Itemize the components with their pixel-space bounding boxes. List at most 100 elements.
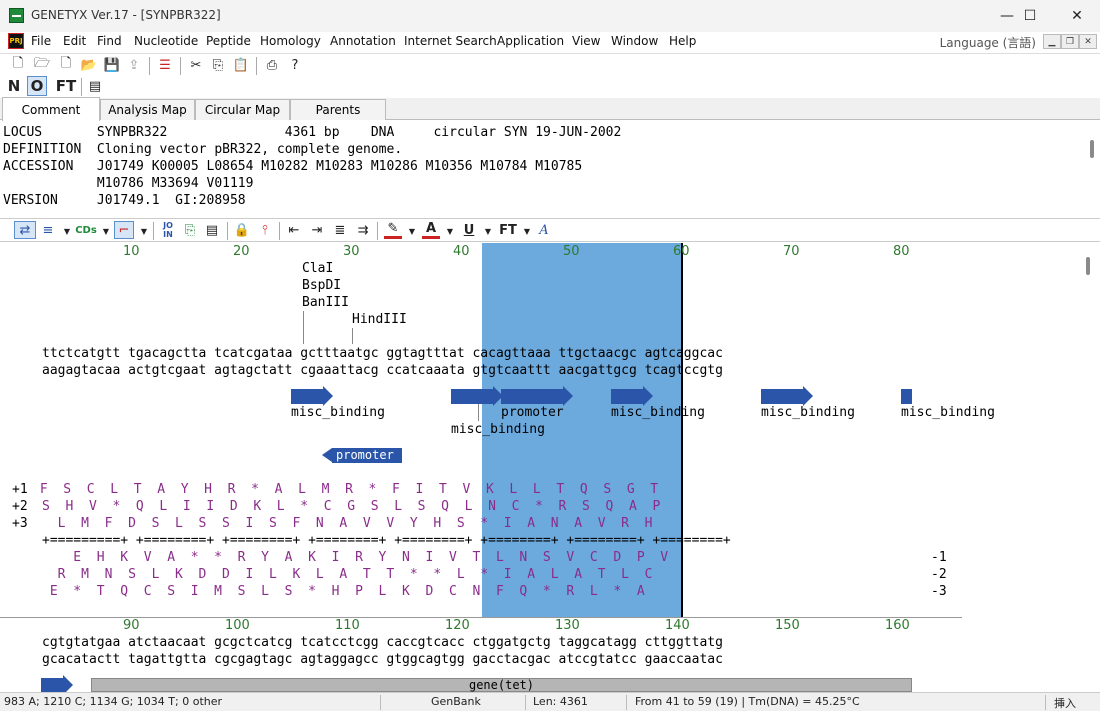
tab-comment[interactable]: Comment [2, 97, 100, 121]
translation-frame-minus3[interactable]: E * T Q C S I M S L S * H P L K D C N F … [42, 584, 645, 599]
go-start-icon[interactable]: ⇤ [285, 221, 303, 239]
mdi-close-icon[interactable]: ✕ [1079, 34, 1097, 49]
feature-label[interactable]: misc_binding [611, 405, 705, 420]
enzyme-bspdi[interactable]: BspDI [302, 278, 341, 293]
save-icon[interactable]: 💾 [103, 56, 121, 74]
maximize-button[interactable]: ☐ [1007, 0, 1053, 32]
translation-frame-plus3[interactable]: L M F D S L S S I S F N A V V Y H S * I … [42, 516, 653, 531]
align-icon[interactable]: ≣ [331, 221, 349, 239]
menu-homology[interactable]: Homology [260, 34, 321, 48]
codon-ruler: +=========+ +========+ +========+ +=====… [42, 533, 731, 548]
top-strand[interactable]: ttctcatgtt tgacagctta tcatcgataa gctttaa… [42, 346, 723, 361]
new-project-icon[interactable]: 🗋 [9, 56, 27, 74]
feature-label[interactable]: misc_binding [291, 405, 385, 420]
gene-tet-feature[interactable]: gene(tet) [91, 678, 912, 692]
chevron-down-icon[interactable]: ▼ [135, 222, 153, 240]
bottom-strand[interactable]: aagagtacaa actgtcgaat agtagctatt cgaaatt… [42, 363, 723, 378]
underline-icon[interactable]: U [460, 221, 478, 239]
mdi-restore-icon[interactable]: ❐ [1061, 34, 1079, 49]
menu-peptide[interactable]: Peptide [206, 34, 251, 48]
feature-label[interactable]: promoter [501, 405, 564, 420]
chevron-down-icon[interactable]: ▼ [403, 222, 421, 240]
bottom-strand[interactable]: gcacatactt tagattgtta cgcgagtagc agtagga… [42, 652, 723, 667]
save-as-icon[interactable]: ⇪ [125, 56, 143, 74]
enzyme-clai[interactable]: ClaI [302, 261, 333, 276]
chevron-down-icon[interactable]: ▼ [58, 222, 76, 240]
menu-view[interactable]: View [572, 34, 600, 48]
top-strand[interactable]: cgtgtatgaa atctaacaat gcgctcatcg tcatcct… [42, 635, 723, 650]
title-bar: GENETYX Ver.17 - [SYNPBR322] — ☐ ✕ [0, 0, 1100, 32]
open-folder-icon[interactable]: 🗁 [33, 56, 51, 74]
print-icon[interactable]: ⎙ [263, 56, 281, 74]
layout-icon[interactable]: ▤ [86, 77, 104, 95]
circular-view-icon[interactable]: O [27, 76, 47, 96]
strand-style-icon[interactable]: ≡ [39, 221, 57, 239]
ruler-tick: 50 [563, 244, 580, 259]
marker-icon[interactable]: ⫯ [256, 221, 274, 239]
menu-annotation[interactable]: Annotation [330, 34, 396, 48]
multi-sequence-icon[interactable]: ☰ [156, 56, 174, 74]
feature-label[interactable]: misc_binding [901, 405, 995, 420]
chevron-down-icon[interactable]: ▼ [97, 222, 115, 240]
close-button[interactable]: ✕ [1054, 0, 1100, 32]
menu-find[interactable]: Find [97, 34, 122, 48]
lock-icon[interactable]: 🔒 [233, 221, 251, 239]
highlight-color-icon[interactable]: ✎ [384, 221, 402, 239]
tab-analysis-map[interactable]: Analysis Map [100, 99, 195, 120]
font-color-icon[interactable]: A [422, 221, 440, 239]
reverse-promoter-feature[interactable]: promoter [332, 448, 402, 463]
menu-edit[interactable]: Edit [63, 34, 86, 48]
open-icon[interactable]: 📂 [80, 56, 98, 74]
enzyme-baniii[interactable]: BanIII [302, 295, 349, 310]
sequence-pane[interactable]: 10 20 30 40 50 60 70 80 ClaI BspDI BanII… [0, 243, 1100, 693]
help-icon[interactable]: ? [286, 56, 304, 74]
feature-arrow[interactable] [291, 386, 333, 406]
menu-nucleotide[interactable]: Nucleotide [134, 34, 198, 48]
copy-sequence-icon[interactable]: ⎘ [181, 221, 199, 239]
feature-arrow[interactable] [901, 389, 912, 404]
paste-icon[interactable]: 📋 [232, 56, 250, 74]
feature-label[interactable]: misc_binding [761, 405, 855, 420]
chevron-down-icon[interactable]: ▼ [441, 222, 459, 240]
tab-parents[interactable]: Parents [290, 99, 386, 120]
orf-icon[interactable]: ⌐ [114, 221, 134, 239]
menu-help[interactable]: Help [669, 34, 696, 48]
cds-icon[interactable]: CDs [75, 221, 97, 239]
chevron-down-icon[interactable]: ▼ [479, 222, 497, 240]
feature-label[interactable]: misc_binding [451, 422, 545, 437]
swap-icon[interactable]: ⇉ [354, 221, 372, 239]
feature-arrow[interactable] [451, 386, 503, 406]
font-style-icon[interactable]: A [535, 221, 553, 239]
translation-frame-minus2[interactable]: R M N S L K D D I L K L A T T * * L * I … [42, 567, 653, 582]
join-in-icon[interactable]: JO IN [159, 221, 177, 239]
chevron-down-icon[interactable]: ▼ [518, 222, 536, 240]
double-strand-icon[interactable]: ⇄ [14, 221, 36, 239]
tab-circular-map[interactable]: Circular Map [195, 99, 290, 120]
feature-arrow[interactable] [501, 386, 573, 406]
language-menu[interactable]: Language (言語) [940, 34, 1036, 51]
cut-icon[interactable]: ✂ [187, 56, 205, 74]
nucleotide-view-icon[interactable]: N [5, 77, 23, 95]
menu-internet-search[interactable]: Internet Search [404, 34, 497, 48]
feature-font-icon[interactable]: FT [497, 221, 519, 239]
feature-arrow[interactable] [41, 675, 73, 693]
menu-application[interactable]: Application [497, 34, 564, 48]
menu-window[interactable]: Window [611, 34, 658, 48]
enzyme-hindiii[interactable]: HindIII [352, 312, 407, 327]
mdi-minimize-icon[interactable]: ▁ [1043, 34, 1061, 49]
go-end-icon[interactable]: ⇥ [308, 221, 326, 239]
new-file-icon[interactable]: 🗋 [57, 56, 75, 74]
sequence-scrollbar[interactable] [1086, 257, 1090, 275]
feature-table-icon[interactable]: FT [55, 77, 77, 95]
copy-icon[interactable]: ⎘ [209, 56, 227, 74]
document-icon[interactable]: ▤ [203, 221, 221, 239]
translation-frame-plus1[interactable]: F S C L T A Y H R * A L M R * F I T V K … [32, 482, 658, 497]
project-icon[interactable]: PRJ [8, 33, 24, 49]
translation-frame-minus1[interactable]: E H K V A * * R Y A K I R Y N I V T L N … [42, 550, 668, 565]
translation-frame-plus2[interactable]: S H V * Q L I I D K L * C G S L S Q L N … [42, 499, 660, 514]
feature-arrow[interactable] [611, 386, 653, 406]
feature-arrow[interactable] [761, 386, 813, 406]
comment-scrollbar[interactable] [1090, 140, 1094, 158]
comment-pane[interactable]: LOCUS SYNPBR322 4361 bp DNA circular SYN… [0, 122, 1100, 214]
menu-file[interactable]: File [31, 34, 51, 48]
